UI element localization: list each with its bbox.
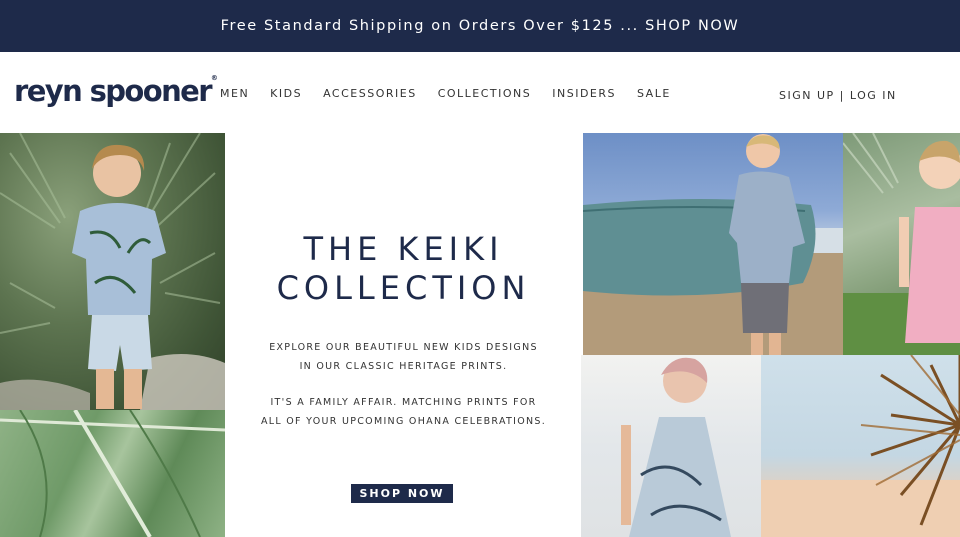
site-header: reyn spooner® MEN KIDS ACCESSORIES COLLE… [0,52,960,133]
nav-sale[interactable]: SALE [637,87,671,100]
nav-collections[interactable]: COLLECTIONS [438,87,532,100]
announcement-text[interactable]: Free Standard Shipping on Orders Over $1… [221,18,740,34]
nav-insiders[interactable]: INSIDERS [552,87,616,100]
nav-men[interactable]: MEN [220,87,249,100]
shop-now-button[interactable]: SHOP NOW [351,484,453,503]
hero-banner: THE KEIKI COLLECTION EXPLORE OUR BEAUTIF… [0,133,960,537]
account-links: SIGN UP | LOG IN [779,89,897,102]
collection-headline: THE KEIKI COLLECTION [226,230,581,308]
collection-copy: THE KEIKI COLLECTION EXPLORE OUR BEAUTIF… [226,133,581,537]
log-in-link[interactable]: LOG IN [850,89,897,102]
registered-mark: ® [210,74,218,82]
intro-paragraph: EXPLORE OUR BEAUTIFUL NEW KIDS DESIGNS I… [226,339,581,376]
reyn-spooner-logo[interactable]: reyn spooner® [14,74,218,108]
boy-with-surfboard-photo[interactable] [583,133,843,355]
family-line-1: IT'S A FAMILY AFFAIR. MATCHING PRINTS FO… [270,397,537,408]
boy-in-shirt-photo[interactable] [0,133,225,410]
sign-up-link[interactable]: SIGN UP [779,89,835,102]
intro-line-2: IN OUR CLASSIC HERITAGE PRINTS. [299,360,508,372]
palm-frond-photo [761,355,960,537]
announcement-bar[interactable]: Free Standard Shipping on Orders Over $1… [0,0,960,52]
nav-accessories[interactable]: ACCESSORIES [323,87,417,100]
logo-text: reyn spooner [14,74,213,108]
banana-leaf-photo [0,410,225,537]
nav-kids[interactable]: KIDS [270,87,302,100]
girl-in-pink-dress-photo[interactable] [843,133,960,355]
girl-in-print-dress-photo[interactable] [581,355,761,537]
headline-line-2: COLLECTION [276,269,531,307]
account-divider: | [839,89,845,102]
headline-line-1: THE KEIKI [303,230,504,268]
intro-line-1: EXPLORE OUR BEAUTIFUL NEW KIDS DESIGNS [269,342,538,353]
family-paragraph: IT'S A FAMILY AFFAIR. MATCHING PRINTS FO… [226,394,581,431]
main-nav: MEN KIDS ACCESSORIES COLLECTIONS INSIDER… [220,87,692,100]
family-line-2: ALL OF YOUR UPCOMING OHANA CELEBRATIONS. [260,415,547,427]
